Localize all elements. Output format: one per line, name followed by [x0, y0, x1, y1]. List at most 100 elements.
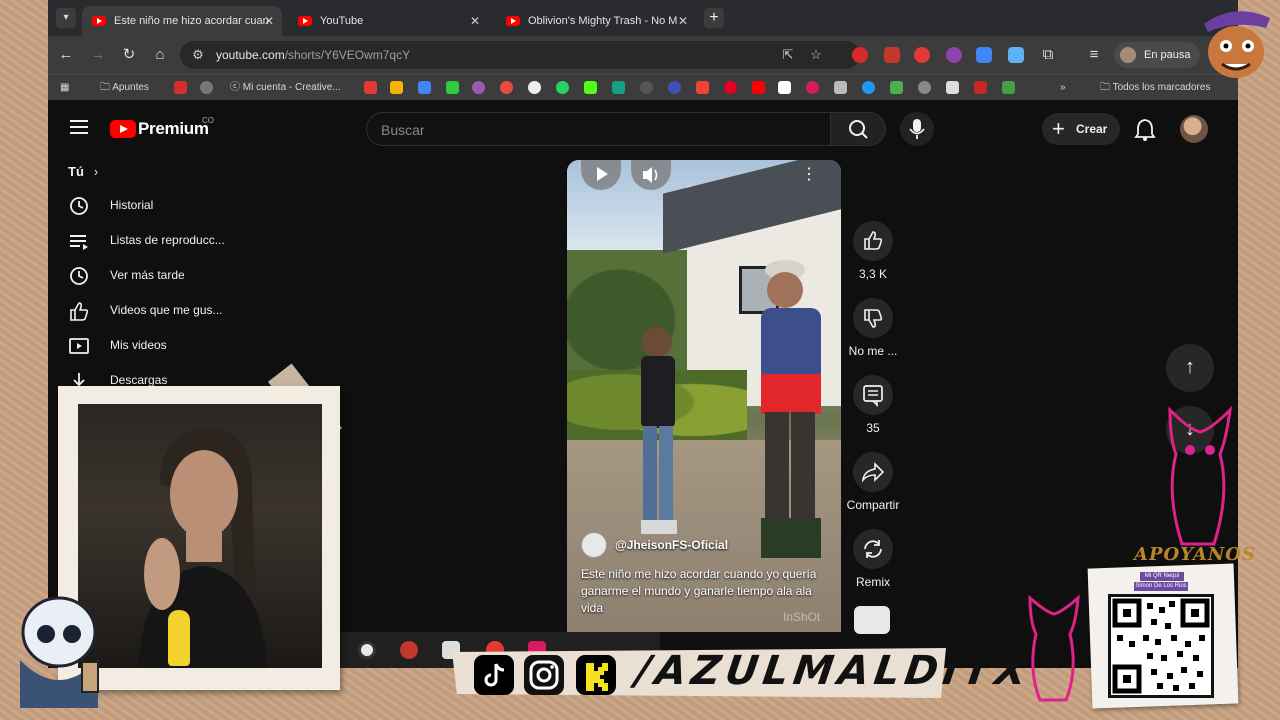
- bookmark-favicon-icon[interactable]: [640, 81, 653, 94]
- bookmark-favicon-icon[interactable]: [974, 81, 987, 94]
- sidebar-item-playlists[interactable]: Listas de reproducc...: [48, 224, 268, 258]
- tab-search-button[interactable]: ▾: [56, 8, 76, 28]
- channel-name[interactable]: @JheisonFS-Oficial: [615, 538, 728, 552]
- extension-purple-icon[interactable]: [946, 47, 962, 63]
- more-options-icon[interactable]: ⋮: [799, 164, 819, 184]
- bookmark-mi-cuenta[interactable]: ⓒ Mi cuenta - Creative...: [230, 80, 341, 96]
- bookmark-favicon-icon[interactable]: [174, 81, 187, 94]
- bookmark-favicon-icon[interactable]: [668, 81, 681, 94]
- tab-youtube[interactable]: YouTube ✕: [288, 6, 488, 36]
- reload-icon[interactable]: ↻: [119, 45, 139, 65]
- bookmark-favicon-icon[interactable]: [446, 81, 459, 94]
- sidebar-section-you[interactable]: Tú ›: [68, 164, 98, 179]
- bookmark-favicon-icon[interactable]: [1002, 81, 1015, 94]
- close-tab-icon[interactable]: ✕: [264, 14, 274, 28]
- kick-icon[interactable]: [584, 81, 597, 94]
- bookmark-favicon-icon[interactable]: [862, 81, 875, 94]
- back-arrow-icon[interactable]: ←: [56, 45, 76, 65]
- apps-grid-icon[interactable]: ▦: [60, 80, 69, 96]
- taskbar-app-icon[interactable]: [400, 641, 418, 659]
- extensions-puzzle-icon[interactable]: ⧉: [1038, 45, 1058, 65]
- comment-count: 35: [866, 421, 880, 435]
- remix-button[interactable]: [853, 529, 893, 569]
- bookmark-favicon-icon[interactable]: [500, 81, 513, 94]
- comments-button[interactable]: [853, 375, 893, 415]
- bookmark-favicon-icon[interactable]: [528, 81, 541, 94]
- like-count: 3,3 K: [858, 267, 888, 281]
- profile-pause-button[interactable]: En pausa: [1114, 42, 1201, 68]
- bookmark-favicon-icon[interactable]: [946, 81, 959, 94]
- pinterest-icon[interactable]: [724, 81, 737, 94]
- audio-thumbnail[interactable]: [854, 606, 890, 634]
- share-button[interactable]: [853, 452, 893, 492]
- bookmark-favicon-icon[interactable]: [472, 81, 485, 94]
- search-button[interactable]: [830, 112, 886, 146]
- translate-icon[interactable]: [976, 47, 992, 63]
- cartoon-mascot-sticker: [1204, 11, 1270, 78]
- bookmark-favicon-icon[interactable]: [364, 81, 377, 94]
- taskbar-app-icon[interactable]: [358, 641, 376, 659]
- home-icon[interactable]: ⌂: [150, 45, 170, 65]
- voice-search-button[interactable]: [900, 112, 934, 146]
- bookmark-favicon-icon[interactable]: [200, 81, 213, 94]
- remix-action[interactable]: Remix: [838, 529, 908, 589]
- bookmark-favicon-icon[interactable]: [390, 81, 403, 94]
- bookmark-favicon-icon[interactable]: [834, 81, 847, 94]
- tab-short-video[interactable]: Este niño me hizo acordar cuan ✕: [82, 6, 282, 36]
- address-bar[interactable]: ⚙ youtube.com/shorts/Y6VEOwm7qcY ⇱ ☆: [180, 41, 860, 69]
- close-tab-icon[interactable]: ✕: [470, 14, 480, 28]
- tab-oblivion[interactable]: Oblivion's Mighty Trash - No M ✕: [496, 6, 696, 36]
- comments-action[interactable]: 35: [838, 375, 908, 435]
- sidebar-item-my-videos[interactable]: Mis videos: [48, 329, 268, 363]
- play-button[interactable]: [581, 160, 621, 190]
- install-app-icon[interactable]: ⇱: [780, 47, 796, 63]
- adblock-icon[interactable]: [914, 47, 930, 63]
- sidebar-item-watch-later[interactable]: Ver más tarde: [48, 259, 268, 293]
- notifications-bell-icon[interactable]: [1134, 117, 1156, 141]
- bookmark-favicon-icon[interactable]: [696, 81, 709, 94]
- all-bookmarks-folder[interactable]: 🗀 Todos los marcadores: [1100, 80, 1210, 96]
- channel-avatar[interactable]: [581, 532, 607, 558]
- dislike-button[interactable]: [853, 298, 893, 338]
- youtube-premium-logo[interactable]: Premium CO: [110, 116, 214, 139]
- bookmark-favicon-icon[interactable]: [612, 81, 625, 94]
- skull-reaper-sticker: [20, 596, 99, 708]
- extension-video-icon[interactable]: [884, 47, 900, 63]
- dislike-action[interactable]: No me ...: [838, 298, 908, 358]
- new-tab-button[interactable]: +: [704, 8, 724, 28]
- qr-code: [1108, 594, 1214, 698]
- extension-red-icon[interactable]: [852, 47, 868, 63]
- bookmark-star-icon[interactable]: ☆: [808, 47, 824, 63]
- channel-info[interactable]: @JheisonFS-Oficial: [581, 532, 728, 558]
- reading-list-icon[interactable]: ≡: [1084, 45, 1104, 65]
- browser-toolbar: ← → ↻ ⌂ ⚙ youtube.com/shorts/Y6VEOwm7qcY…: [48, 36, 1238, 74]
- bookmark-apuntes[interactable]: 🗀 Apuntes: [100, 80, 149, 96]
- microphone-icon: [909, 119, 925, 139]
- youtube-bookmark-icon[interactable]: [752, 81, 765, 94]
- search-icon: [849, 120, 868, 139]
- extension-cloud-icon[interactable]: [1008, 47, 1024, 63]
- previous-short-button[interactable]: ↑: [1166, 344, 1214, 392]
- bookmark-favicon-icon[interactable]: [890, 81, 903, 94]
- search-placeholder: Buscar: [381, 122, 425, 138]
- share-action[interactable]: Compartir: [838, 452, 908, 512]
- bookmark-favicon-icon[interactable]: [806, 81, 819, 94]
- bookmark-favicon-icon[interactable]: [418, 81, 431, 94]
- like-action[interactable]: 3,3 K: [838, 221, 908, 281]
- forward-arrow-icon[interactable]: →: [88, 45, 108, 65]
- shorts-player[interactable]: ⋮ @JheisonFS-Oficial Este niño me hizo a…: [567, 160, 841, 632]
- site-info-icon[interactable]: ⚙: [190, 47, 206, 63]
- account-avatar[interactable]: [1180, 115, 1208, 143]
- bookmark-favicon-icon[interactable]: [918, 81, 931, 94]
- menu-hamburger-icon[interactable]: [70, 120, 88, 134]
- search-input[interactable]: Buscar: [366, 112, 832, 146]
- whatsapp-icon[interactable]: [556, 81, 569, 94]
- sidebar-item-liked-videos[interactable]: Videos que me gus...: [48, 294, 268, 328]
- close-tab-icon[interactable]: ✕: [678, 14, 688, 28]
- like-button[interactable]: [853, 221, 893, 261]
- bookmark-favicon-icon[interactable]: [778, 81, 791, 94]
- volume-button[interactable]: [631, 160, 671, 190]
- sidebar-item-history[interactable]: Historial: [48, 189, 268, 223]
- create-button[interactable]: + Crear: [1042, 113, 1120, 145]
- more-bookmarks-button[interactable]: »: [1060, 80, 1066, 96]
